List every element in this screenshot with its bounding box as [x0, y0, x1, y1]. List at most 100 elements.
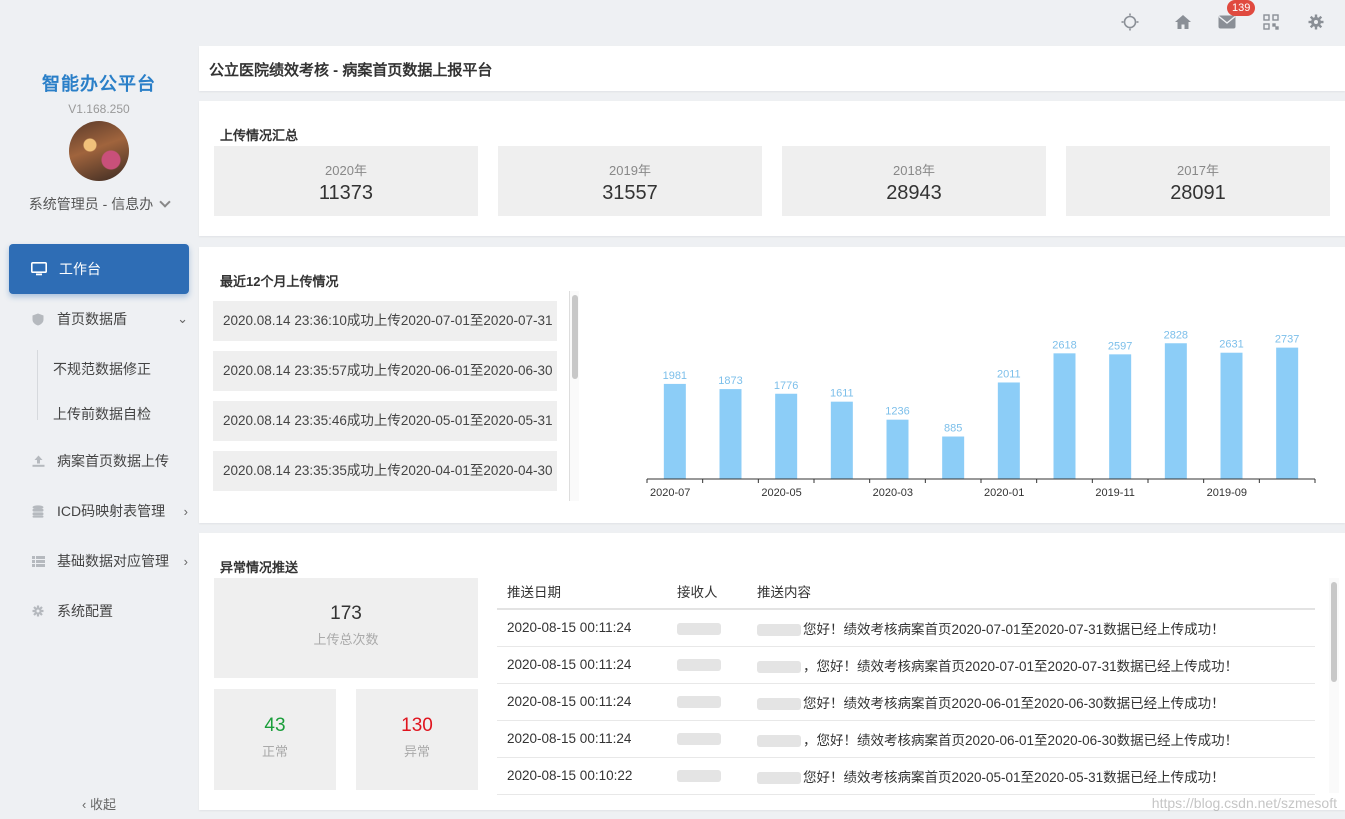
table-row[interactable]: 2020-08-15 00:11:24 ，您好！绩效考核病案首页2020-06-… [497, 720, 1315, 758]
sidebar-item-settings[interactable]: 系统配置 [0, 596, 198, 626]
normal-value: 43 [264, 715, 286, 736]
alerts-title: 异常情况推送 [220, 560, 299, 575]
stat-2019: 2019年 31557 [498, 146, 762, 216]
chart-bar [663, 383, 686, 479]
page-header: 公立医院绩效考核 - 病案首页数据上报平台 [199, 46, 1345, 91]
chart-tick-label: 2020-07 [650, 487, 690, 499]
cell-date: 2020-08-15 00:10:22 [497, 757, 667, 795]
shield-icon [31, 312, 45, 326]
chart-bar [1220, 352, 1243, 479]
chart-bar [886, 419, 909, 479]
list-item[interactable]: 2020.08.14 23:36:10成功上传2020-07-01至2020-0… [213, 301, 557, 341]
abnormal-box: 130 异常 [356, 689, 478, 790]
push-table: 推送日期 接收人 推送内容 2020-08-15 00:11:24 您好！绩效考… [497, 573, 1315, 795]
cell-content: 您好！绩效考核病案首页2020-05-01至2020-05-31数据已经上传成功… [747, 757, 1315, 795]
chart-bar [1109, 354, 1132, 479]
chart-data-label: 2011 [997, 368, 1021, 380]
alerts-card: 异常情况推送 173 上传总次数 43 正常 130 异常 推送日期 接收人 推… [199, 533, 1345, 810]
col-header-content[interactable]: 推送内容 [747, 573, 1315, 610]
home-icon[interactable] [1171, 10, 1195, 34]
sidebar-item-basic-data[interactable]: 基础数据对应管理 › [0, 546, 198, 576]
chart-bar [1164, 343, 1187, 479]
chart-bar [775, 393, 798, 479]
stat-2018: 2018年 28943 [782, 146, 1046, 216]
app-title: 智能办公平台 [42, 74, 156, 94]
chart-data-label: 2828 [1164, 329, 1188, 341]
list-item[interactable]: 2020.08.14 23:35:57成功上传2020-06-01至2020-0… [213, 351, 557, 391]
normal-label: 正常 [261, 744, 288, 759]
summary-title: 上传情况汇总 [220, 128, 299, 143]
cell-receiver-redacted [667, 683, 747, 721]
stat-year: 2020年 [325, 163, 367, 178]
normal-box: 43 正常 [214, 689, 336, 790]
sidebar-item-label: 病案首页数据上传 [57, 453, 169, 469]
list-item[interactable]: 2020.08.14 23:35:35成功上传2020-04-01至2020-0… [213, 451, 557, 491]
app-version: V1.168.250 [68, 102, 130, 116]
col-header-date[interactable]: 推送日期 [497, 573, 667, 610]
gear-icon[interactable] [1304, 10, 1328, 34]
sidebar-subitem-fix-data[interactable]: 不规范数据修正 [53, 359, 151, 379]
stat-2020: 2020年 11373 [214, 146, 478, 216]
chart-data-label: 2737 [1275, 334, 1299, 346]
list-item[interactable]: 2020.08.14 23:35:46成功上传2020-05-01至2020-0… [213, 401, 557, 441]
sidebar-item-label: 工作台 [59, 261, 101, 277]
user-name: 系统管理员 - 信息办 [28, 196, 154, 212]
table-row[interactable]: 2020-08-15 00:10:22 您好！绩效考核病案首页2020-05-0… [497, 757, 1315, 795]
page-title: 公立医院绩效考核 - 病案首页数据上报平台 [209, 62, 493, 79]
avatar[interactable] [69, 121, 129, 181]
top-bar: 139 [0, 0, 1345, 44]
upload-log-list[interactable]: 2020.08.14 23:36:10成功上传2020-07-01至2020-0… [199, 299, 569, 501]
chart-bar [942, 436, 965, 479]
stat-year: 2018年 [893, 163, 935, 178]
stat-value: 31557 [602, 182, 658, 204]
total-value: 173 [330, 603, 362, 624]
sidebar-item-label: 首页数据盾 [57, 311, 127, 327]
abnormal-value: 130 [401, 715, 433, 736]
log-scrollbar[interactable] [569, 291, 579, 501]
table-row[interactable]: 2020-08-15 00:11:24 您好！绩效考核病案首页2020-07-0… [497, 609, 1315, 647]
theme-icon[interactable] [1118, 10, 1142, 34]
cell-content: 您好！绩效考核病案首页2020-07-01至2020-07-31数据已经上传成功… [747, 609, 1315, 647]
sidebar-item-label: 系统配置 [57, 603, 113, 619]
list-icon [31, 554, 45, 568]
cell-date: 2020-08-15 00:11:24 [497, 646, 667, 684]
sidebar-item-workbench[interactable]: 工作台 [9, 244, 189, 294]
chart-tick-label: 2019-09 [1207, 487, 1247, 499]
cell-content: 您好！绩效考核病案首页2020-06-01至2020-06-30数据已经上传成功… [747, 683, 1315, 721]
scrollbar-thumb[interactable] [1331, 582, 1337, 682]
chart-data-label: 1981 [663, 370, 687, 382]
recent-card: 最近12个月上传情况 2020.08.14 23:36:10成功上传2020-0… [199, 247, 1345, 523]
chart-bar [719, 389, 742, 479]
sidebar-subitem-self-check[interactable]: 上传前数据自检 [53, 404, 151, 424]
sidebar-item-data-shield[interactable]: 首页数据盾 ⌄ [0, 304, 198, 334]
chart-data-label: 1776 [774, 380, 798, 392]
qrcode-icon[interactable] [1259, 10, 1283, 34]
stat-value: 28943 [886, 182, 942, 204]
chevron-right-icon: › [183, 503, 188, 519]
database-icon [31, 504, 45, 518]
collapse-button[interactable]: ‹ 收起 [0, 794, 198, 813]
stat-year: 2019年 [609, 163, 651, 178]
cell-receiver-redacted [667, 757, 747, 795]
sidebar: 智能办公平台 V1.168.250 系统管理员 - 信息办 工作台 首页数据盾 … [0, 44, 198, 819]
cell-date: 2020-08-15 00:11:24 [497, 683, 667, 721]
scrollbar-thumb[interactable] [572, 295, 578, 379]
gear-icon [31, 604, 45, 618]
chart-data-label: 2618 [1052, 339, 1076, 351]
cell-date: 2020-08-15 00:11:24 [497, 609, 667, 647]
chart-bar [1276, 347, 1299, 479]
upload-bar-chart: 1981 1873 1776 1611 1236 885 2011 2618 2597 2828 2… [646, 329, 1316, 499]
table-row[interactable]: 2020-08-15 00:11:24 ，您好！绩效考核病案首页2020-07-… [497, 646, 1315, 684]
mail-icon[interactable]: 139 [1215, 0, 1256, 34]
watermark: https://blog.csdn.net/szmesoft [1151, 795, 1337, 811]
user-menu[interactable]: 系统管理员 - 信息办 [0, 194, 198, 214]
chart-data-label: 1611 [830, 388, 854, 400]
submenu-line [37, 350, 38, 420]
sidebar-item-upload[interactable]: 病案首页数据上传 [0, 446, 198, 476]
table-scrollbar[interactable] [1329, 578, 1339, 793]
chart-data-label: 2597 [1108, 340, 1132, 352]
table-row[interactable]: 2020-08-15 00:11:24 您好！绩效考核病案首页2020-06-0… [497, 683, 1315, 721]
stat-2017: 2017年 28091 [1066, 146, 1330, 216]
col-header-receiver[interactable]: 接收人 [667, 573, 747, 610]
sidebar-item-icd-mapping[interactable]: ICD码映射表管理 › [0, 496, 198, 526]
